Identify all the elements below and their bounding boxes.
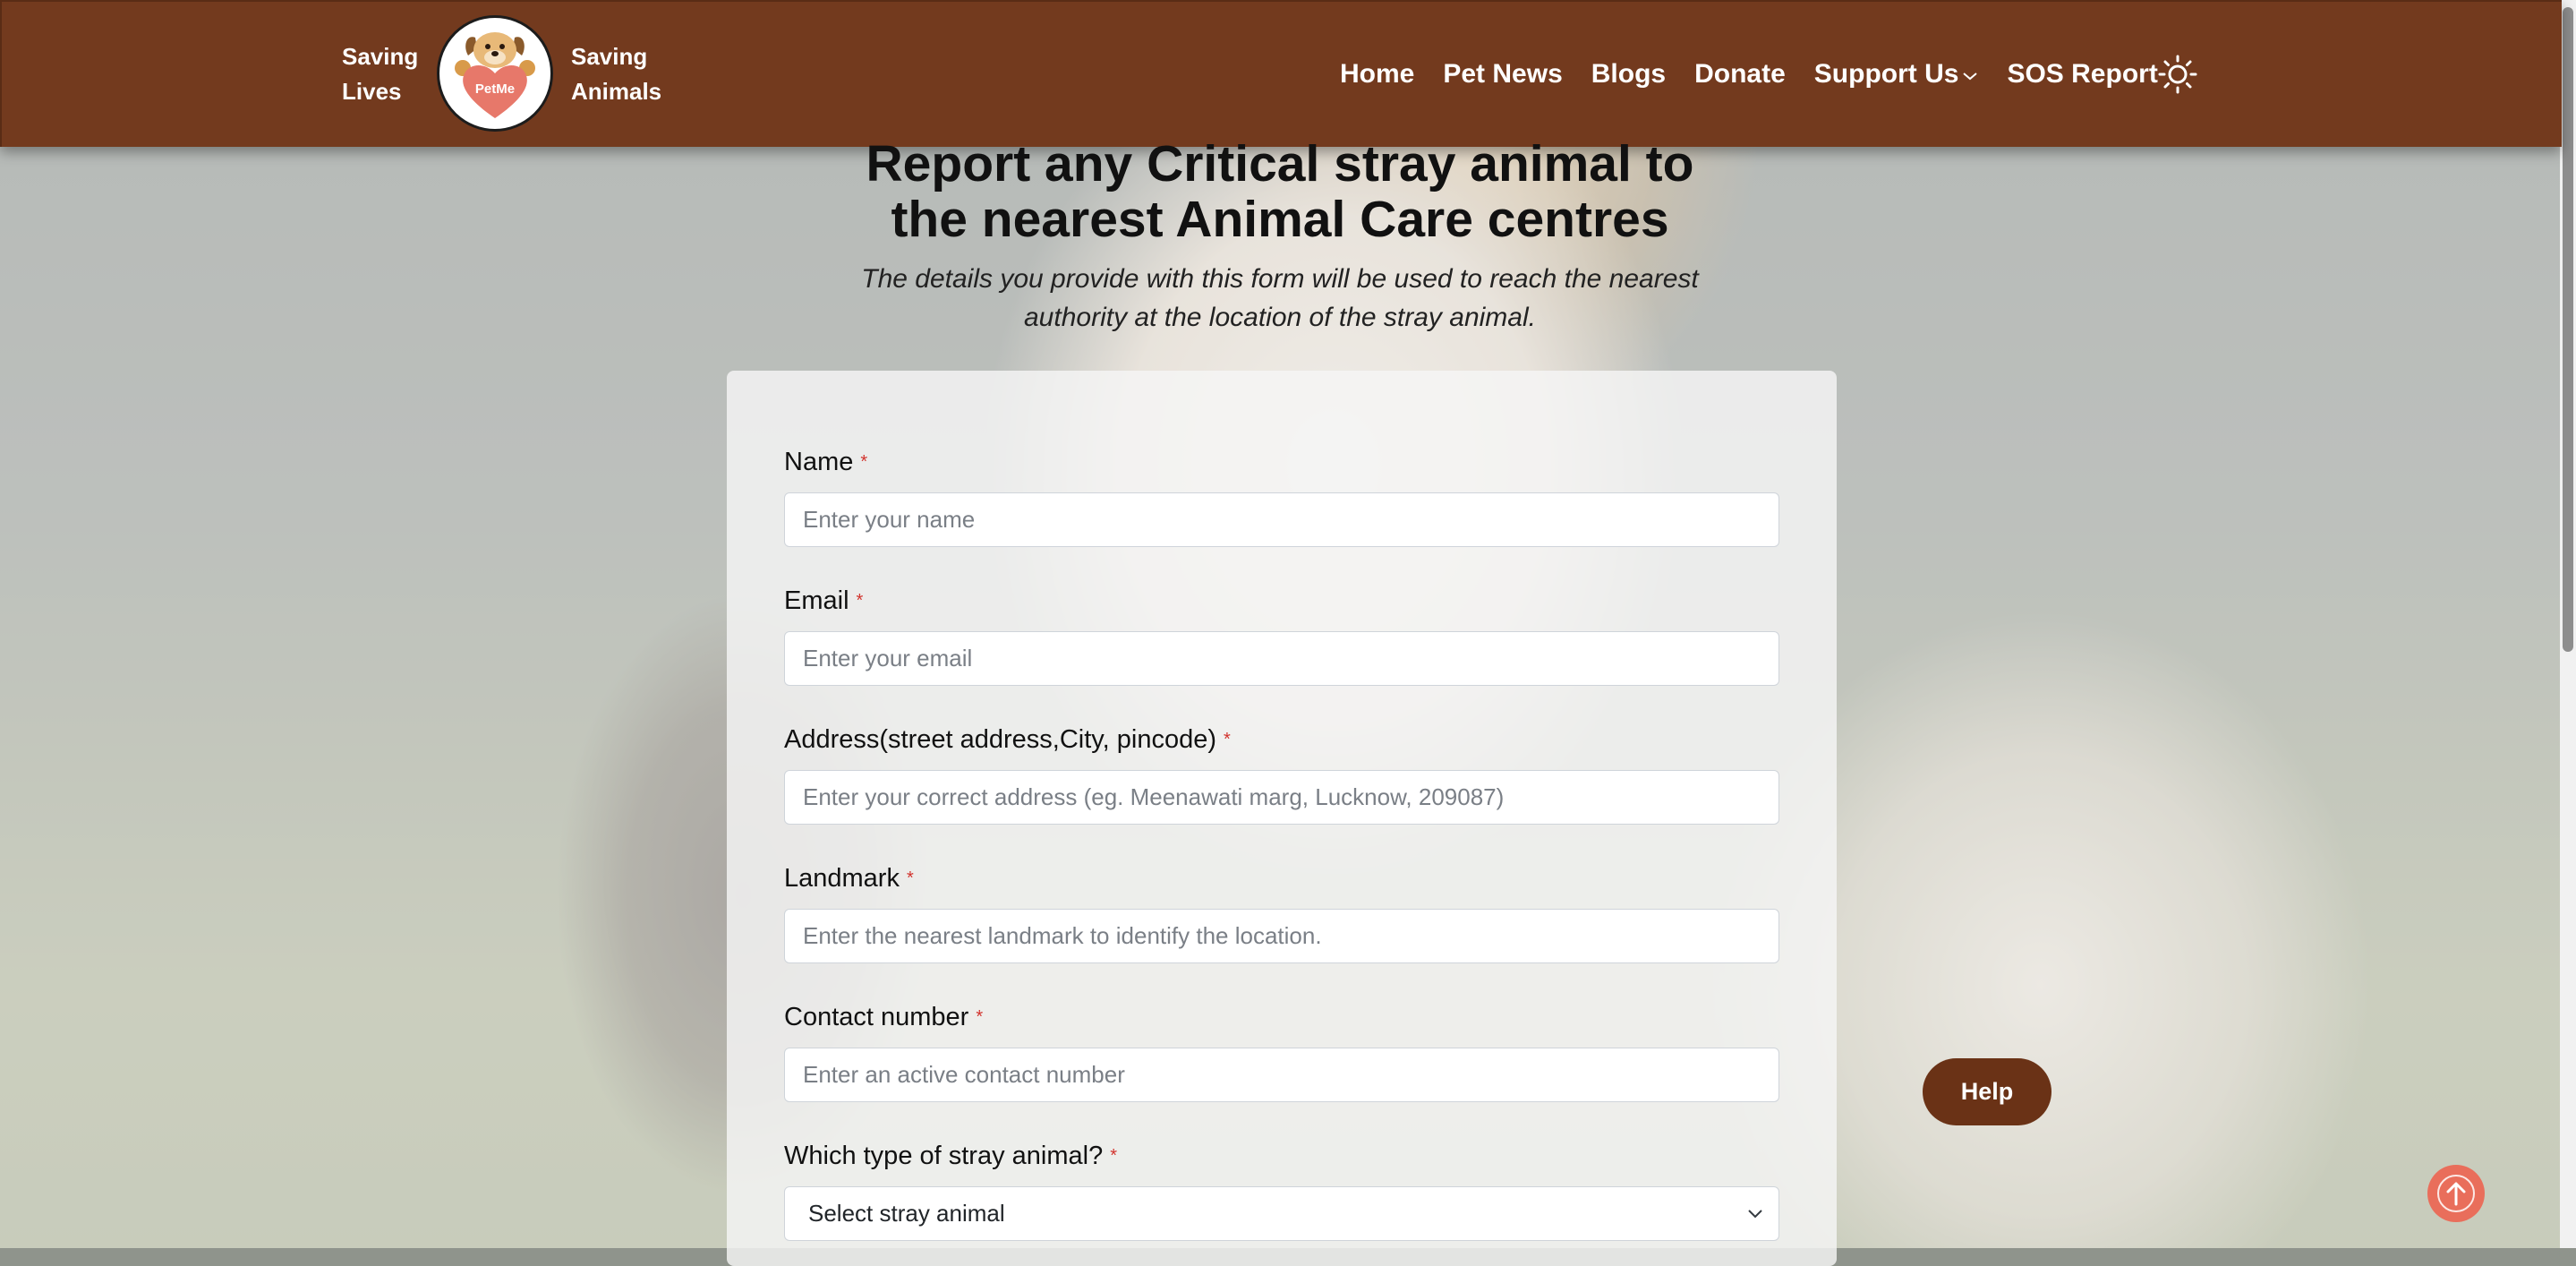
- tagline-left-line1: Saving: [342, 43, 419, 70]
- required-marker: *: [860, 452, 868, 472]
- tagline-left: Saving Lives: [342, 39, 418, 109]
- email-field: Email *: [784, 583, 1779, 686]
- help-button-label: Help: [1960, 1078, 2014, 1105]
- nav-support-us-label: Support Us: [1813, 59, 1959, 89]
- nav-pet-news-label: Pet News: [1443, 59, 1563, 89]
- chevron-down-icon: [1748, 1210, 1762, 1219]
- contact-number-field: Contact number *: [784, 999, 1779, 1102]
- nav-links: Home Pet News Blogs Donate Support Us SO…: [1340, 56, 2187, 93]
- name-input[interactable]: [784, 492, 1779, 547]
- nav-blogs-label: Blogs: [1591, 59, 1667, 89]
- nav-home[interactable]: Home: [1340, 59, 1414, 90]
- animal-type-field: Which type of stray animal? * Select stra…: [784, 1138, 1779, 1241]
- help-button[interactable]: Help: [1923, 1058, 2051, 1125]
- nav-pet-news[interactable]: Pet News: [1443, 59, 1562, 90]
- address-input[interactable]: [784, 770, 1779, 825]
- navbar: Saving Lives PetMe Saving Animals Home P…: [0, 0, 2562, 147]
- landmark-label: Landmark *: [784, 860, 1779, 896]
- logo-graphic: PetMe: [455, 32, 535, 118]
- contact-number-label: Contact number *: [784, 999, 1779, 1035]
- scrollbar[interactable]: [2560, 0, 2576, 1248]
- scroll-to-top-button[interactable]: [2427, 1165, 2485, 1222]
- page-subtitle-line2: authority at the location of the stray a…: [1024, 303, 1536, 332]
- required-marker: *: [976, 1007, 984, 1027]
- email-input[interactable]: [784, 631, 1779, 686]
- address-label: Address(street address,City, pincode) *: [784, 722, 1779, 757]
- animal-type-label: Which type of stray animal? *: [784, 1138, 1779, 1174]
- page-subtitle-line1: The details you provide with this form w…: [861, 264, 1699, 294]
- scrollbar-thumb[interactable]: [2563, 7, 2573, 652]
- animal-type-label-text: Which type of stray animal?: [784, 1142, 1104, 1170]
- nav-sos-report[interactable]: SOS Report: [2007, 59, 2157, 90]
- nav-donate-label: Donate: [1694, 59, 1786, 89]
- sun-icon[interactable]: [2158, 55, 2197, 94]
- petme-logo[interactable]: PetMe: [437, 15, 553, 132]
- name-label: Name *: [784, 444, 1779, 480]
- tagline-right: Saving Animals: [571, 39, 661, 109]
- name-label-text: Name: [784, 448, 854, 476]
- required-marker: *: [1224, 730, 1231, 749]
- tagline-right-line1: Saving: [571, 43, 648, 70]
- name-field: Name *: [784, 444, 1779, 547]
- email-label: Email *: [784, 583, 1779, 619]
- arrow-up-icon: [2437, 1175, 2475, 1212]
- address-field: Address(street address,City, pincode) *: [784, 722, 1779, 825]
- email-label-text: Email: [784, 586, 849, 615]
- required-marker: *: [1110, 1146, 1117, 1166]
- nav-donate[interactable]: Donate: [1694, 59, 1786, 90]
- tagline-left-line2: Lives: [342, 78, 402, 105]
- contact-number-label-text: Contact number: [784, 1003, 969, 1031]
- nav-support-us-dropdown[interactable]: Support Us: [1814, 59, 1979, 90]
- landmark-field: Landmark *: [784, 860, 1779, 963]
- chevron-down-icon: [1963, 73, 1978, 81]
- address-label-text: Address(street address,City, pincode): [784, 725, 1217, 754]
- landmark-input[interactable]: [784, 909, 1779, 963]
- animal-type-select[interactable]: Select stray animal: [784, 1186, 1779, 1241]
- tagline-right-line2: Animals: [571, 78, 662, 105]
- page-title: Report any Critical stray animal to the …: [806, 136, 1754, 247]
- animal-type-selected: Select stray animal: [808, 1200, 1005, 1227]
- required-marker: *: [906, 868, 914, 888]
- page-title-line2: the nearest Animal Care centres: [891, 191, 1669, 248]
- page-title-line1: Report any Critical stray animal to: [866, 135, 1694, 192]
- required-marker: *: [856, 591, 864, 611]
- page-subtitle: The details you provide with this form w…: [850, 260, 1710, 337]
- landmark-label-text: Landmark: [784, 864, 900, 893]
- contact-number-input[interactable]: [784, 1048, 1779, 1102]
- nav-sos-report-label: SOS Report: [2007, 59, 2158, 89]
- nav-blogs[interactable]: Blogs: [1591, 59, 1666, 90]
- nav-home-label: Home: [1340, 59, 1415, 89]
- logo-text: PetMe: [475, 81, 515, 97]
